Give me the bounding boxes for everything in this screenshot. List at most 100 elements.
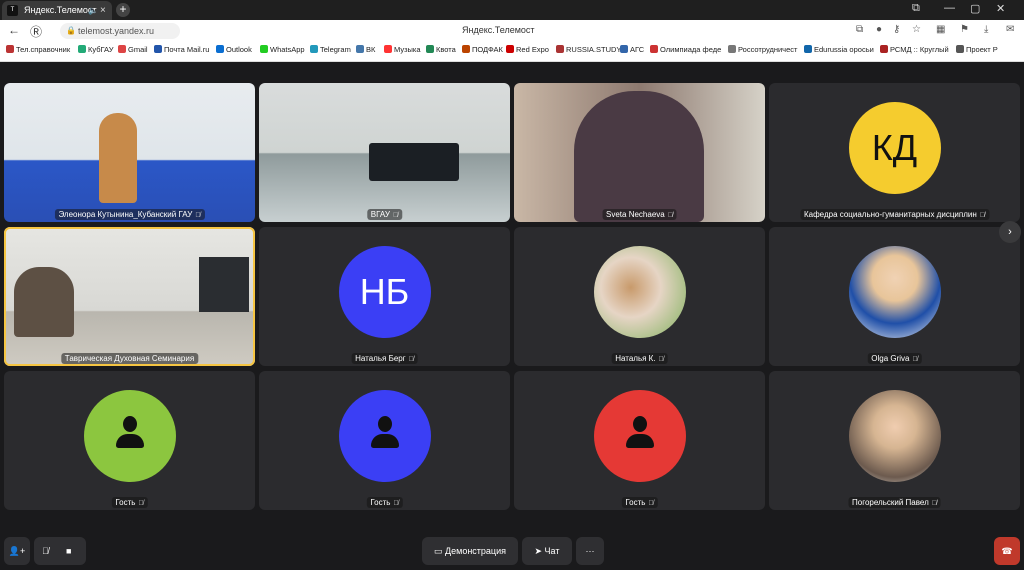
page-title: Яндекс.Телемост bbox=[462, 25, 535, 35]
bookmark-item[interactable]: WhatsApp bbox=[260, 45, 305, 54]
guest-avatar bbox=[83, 390, 176, 483]
participant-tile[interactable]: Гость 🎙̸ bbox=[4, 371, 255, 510]
bookmark-item[interactable]: Red Expo bbox=[506, 45, 549, 54]
participant-tile[interactable]: КД Кафедра социально-гуманитарных дисцип… bbox=[769, 83, 1020, 222]
screen-share-button[interactable]: ▭ Демонстрация bbox=[422, 537, 518, 565]
video-frame bbox=[199, 257, 249, 312]
participant-tile[interactable]: Наталья К. 🎙̸ bbox=[514, 227, 765, 366]
participants-grid: Элеонора Кутынина_Кубанский ГАУ 🎙̸ ВГАУ 🎙̸… bbox=[0, 62, 1024, 532]
close-tab-icon[interactable]: × bbox=[100, 1, 106, 20]
bookmark-item[interactable]: Россотрудничест bbox=[728, 45, 797, 54]
tab-search-icon[interactable]: ⧉ bbox=[912, 2, 920, 15]
participant-name: Гость 🎙̸ bbox=[621, 497, 658, 508]
participant-name: Гость 🎙̸ bbox=[111, 497, 148, 508]
address-bar-row: ← Ⓡ 🔒 telemost.yandex.ru Яндекс.Телемост… bbox=[0, 20, 1024, 42]
tab-bar: Т Яндекс.Телемост 🔈 × + ⧉ — ▢ ✕ bbox=[0, 0, 1024, 20]
bookmark-item[interactable]: Музыка bbox=[384, 45, 421, 54]
add-participant-icon[interactable]: 👤+ bbox=[4, 537, 30, 565]
participant-tile-active[interactable]: Таврическая Духовная Семинария bbox=[4, 227, 255, 366]
camera-icon[interactable]: ● bbox=[876, 24, 882, 35]
participant-name: Наталья К. 🎙̸ bbox=[611, 353, 668, 364]
video-frame bbox=[99, 113, 137, 203]
meeting-toolbar: 👤+ 🎙̸ ■ ▭ Демонстрация ➤ Чат ··· ☎ bbox=[0, 532, 1024, 570]
guest-avatar bbox=[338, 390, 431, 483]
participant-name: Кафедра социально-гуманитарных дисциплин… bbox=[799, 209, 990, 220]
browser-chrome: Т Яндекс.Телемост 🔈 × + ⧉ — ▢ ✕ ← Ⓡ 🔒 te… bbox=[0, 0, 1024, 62]
bookmark-item[interactable]: Почта Mail.ru bbox=[154, 45, 209, 54]
bookmark-icon[interactable]: ☆ bbox=[912, 24, 921, 35]
collections-icon[interactable]: ⚑ bbox=[960, 24, 969, 35]
bookmark-item[interactable]: RUSSIA.STUDY bbox=[556, 45, 621, 54]
bookmarks-bar: Тел.справочник КубГАУ Gmail Почта Mail.r… bbox=[0, 42, 1024, 62]
participant-name: Элеонора Кутынина_Кубанский ГАУ 🎙̸ bbox=[54, 209, 205, 220]
participant-name: Погорельский Павел 🎙̸ bbox=[848, 497, 941, 508]
extensions-icon[interactable]: ✉ bbox=[1006, 24, 1014, 35]
participant-tile[interactable]: ВГАУ 🎙̸ bbox=[259, 83, 510, 222]
download-icon[interactable]: ⤓ bbox=[984, 24, 988, 35]
bookmark-item[interactable]: ПОДФАК bbox=[462, 45, 503, 54]
mic-camera-controls: 🎙̸ ■ bbox=[34, 537, 86, 565]
more-button[interactable]: ··· bbox=[576, 537, 604, 565]
participant-tile[interactable]: Sveta Nechaeva 🎙̸ bbox=[514, 83, 765, 222]
camera-icon[interactable]: ■ bbox=[66, 537, 71, 565]
participant-name: Гость 🎙̸ bbox=[366, 497, 403, 508]
video-frame bbox=[574, 91, 704, 222]
participant-tile[interactable]: Гость 🎙̸ bbox=[514, 371, 765, 510]
participant-name: Наталья Берг 🎙̸ bbox=[351, 353, 418, 364]
avatar-photo bbox=[848, 246, 941, 339]
new-tab-button[interactable]: + bbox=[116, 3, 130, 17]
window-close-icon[interactable]: ✕ bbox=[996, 2, 1005, 15]
speaker-icon[interactable]: 🔈 bbox=[88, 1, 98, 20]
video-frame bbox=[369, 143, 459, 181]
send-icon: ➤ bbox=[534, 546, 545, 556]
participant-name: ВГАУ 🎙̸ bbox=[366, 209, 403, 220]
avatar-photo bbox=[848, 390, 941, 483]
participant-name: Таврическая Духовная Семинария bbox=[60, 353, 199, 364]
bookmark-item[interactable]: Тел.справочник bbox=[6, 45, 70, 54]
copy-link-icon[interactable]: ⧉ bbox=[856, 24, 863, 35]
tab-title: Яндекс.Телемост bbox=[24, 5, 97, 15]
participant-tile[interactable]: Элеонора Кутынина_Кубанский ГАУ 🎙̸ bbox=[4, 83, 255, 222]
bookmark-item[interactable]: ВК bbox=[356, 45, 375, 54]
participant-tile[interactable]: Гость 🎙̸ bbox=[259, 371, 510, 510]
hang-up-icon[interactable]: ☎ bbox=[994, 537, 1020, 565]
back-icon[interactable]: ← bbox=[8, 23, 20, 37]
mic-off-icon: 🎙̸ bbox=[195, 212, 201, 219]
participant-name: Sveta Nechaeva 🎙̸ bbox=[602, 209, 677, 220]
url-field[interactable]: 🔒 telemost.yandex.ru bbox=[60, 23, 180, 39]
screen-share-icon: ▭ bbox=[434, 546, 446, 556]
lock-icon: 🔒 bbox=[66, 26, 76, 35]
bookmark-item[interactable]: Проект Р bbox=[956, 45, 998, 54]
bookmark-item[interactable]: Telegram bbox=[310, 45, 351, 54]
avatar: КД bbox=[848, 102, 941, 195]
calendar-icon[interactable]: ▦ bbox=[936, 24, 945, 35]
key-icon[interactable]: ⚷ bbox=[893, 24, 900, 35]
avatar: НБ bbox=[338, 246, 431, 339]
person-icon bbox=[370, 416, 399, 456]
guest-avatar bbox=[593, 390, 686, 483]
minimize-icon[interactable]: — bbox=[944, 2, 955, 14]
person-icon bbox=[625, 416, 654, 456]
bookmark-item[interactable]: Edurussia оросьи bbox=[804, 45, 874, 54]
bookmark-item[interactable]: КубГАУ bbox=[78, 45, 114, 54]
participant-tile[interactable]: Погорельский Павел 🎙̸ bbox=[769, 371, 1020, 510]
bookmark-item[interactable]: Квота bbox=[426, 45, 456, 54]
bookmark-item[interactable]: АГС bbox=[620, 45, 644, 54]
avatar-photo bbox=[593, 246, 686, 339]
participant-name: Olga Griva 🎙̸ bbox=[867, 353, 922, 364]
telemost-logo-icon: Т bbox=[7, 5, 18, 16]
participant-tile[interactable]: НБ Наталья Берг 🎙̸ bbox=[259, 227, 510, 366]
participant-tile[interactable]: Olga Griva 🎙̸ bbox=[769, 227, 1020, 366]
chat-button[interactable]: ➤ Чат bbox=[522, 537, 572, 565]
bookmark-item[interactable]: Gmail bbox=[118, 45, 148, 54]
bookmark-item[interactable]: Outlook bbox=[216, 45, 252, 54]
next-page-chevron-icon[interactable]: › bbox=[999, 221, 1021, 243]
mic-off-icon[interactable]: 🎙̸ bbox=[42, 537, 49, 565]
bookmark-item[interactable]: РСМД :: Круглый bbox=[880, 45, 949, 54]
yandex-icon[interactable]: Ⓡ bbox=[30, 23, 42, 40]
restore-icon[interactable]: ▢ bbox=[970, 2, 980, 15]
person-icon bbox=[115, 416, 144, 456]
video-frame bbox=[14, 267, 74, 337]
browser-tab[interactable]: Т Яндекс.Телемост 🔈 × bbox=[2, 1, 112, 20]
bookmark-item[interactable]: Олимпиада феде bbox=[650, 45, 721, 54]
